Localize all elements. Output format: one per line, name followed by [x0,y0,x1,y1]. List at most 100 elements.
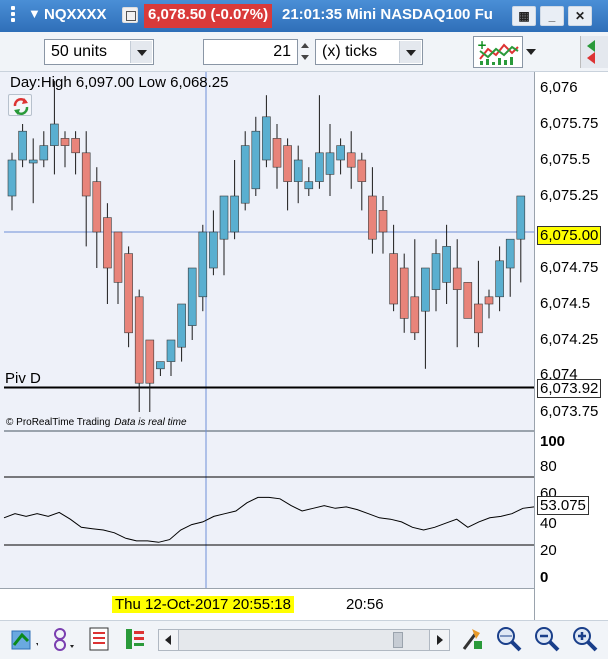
candle-body [18,130,27,161]
candle-body [293,159,303,182]
adjust-scale-icon[interactable] [458,625,486,653]
chevron-down-icon[interactable]: ▼ [28,6,41,21]
candle-body [219,195,229,240]
units-select[interactable]: 50 units [44,39,154,65]
day-high-low-info: Day:High 6,097.00 Low 6,068.25 [10,74,229,91]
candle-body [431,253,441,290]
candle-body [325,152,335,175]
chart-area[interactable]: Day:High 6,097.00 Low 6,068.25 Piv D © P… [0,72,608,620]
indicator-current-label: 53.075 [537,496,589,515]
price-tick: 6,074.75 [540,259,599,276]
refresh-arrows-icon [13,98,29,115]
candle-body [39,145,49,161]
zoom-in-icon[interactable] [570,625,598,653]
price-tick: 6,075.75 [540,115,599,132]
ticks-number-input[interactable]: 21 [203,39,298,65]
candle-body [304,181,314,190]
horizontal-scrollbar[interactable] [158,629,450,651]
candle-body [50,123,59,146]
candle-body [81,152,91,197]
scroll-left-icon[interactable] [159,630,179,650]
candle-body [389,253,398,305]
zoom-area-icon[interactable] [494,625,522,653]
chevron-down-icon[interactable] [399,41,421,63]
candle-body [368,195,377,240]
candle-body [463,282,473,319]
candle-body [198,231,208,298]
properties-icon[interactable] [88,625,116,653]
order-book-icon[interactable] [122,625,150,653]
chart-toolbar: 50 units 21 (x) ticks + [0,32,608,72]
candle-body [272,138,282,168]
candle-body [209,231,218,269]
ticks-stepper[interactable] [298,40,312,64]
price-tick: 6,076 [540,79,578,96]
zoom-out-icon[interactable] [532,625,560,653]
pivot-price-label: 6,073.92 [537,379,602,398]
candle-body [124,253,133,334]
candle-body [283,145,292,182]
indicator-tick: 20 [540,542,557,559]
candle-body [156,361,165,370]
indicator-tick: 40 [540,515,557,532]
drawing-tools-icon[interactable] [10,625,38,653]
candle-body [92,181,102,233]
candle-body [251,130,261,190]
stepper-down-icon[interactable] [298,52,312,64]
bottom-toolbar [0,620,608,659]
minimize-button[interactable]: _ [540,6,564,26]
price-tick: 6,075.5 [540,151,591,168]
instrument-symbol[interactable]: NQXXXX [44,6,107,23]
refresh-icon[interactable] [8,94,32,116]
candle-body [7,159,17,197]
units-select-value: 50 units [51,43,108,60]
candle-body [177,303,186,348]
indicator-dropdown-icon[interactable] [524,36,538,68]
candle-body [357,159,367,182]
restore-icon[interactable] [122,7,138,23]
candle-body [28,159,38,164]
scroll-right-icon[interactable] [429,630,449,650]
candle-body [336,145,345,161]
svg-text:+: + [477,38,487,52]
candle-body [230,195,239,233]
price-tick: 6,073.75 [540,403,599,420]
candle-body [516,195,526,240]
time-axis[interactable]: Thu 12-Oct-2017 20:55:18 20:56 [0,588,534,620]
add-indicator-button[interactable]: + [473,36,523,68]
candle-body [495,260,504,298]
candle-body [60,138,70,146]
candle-body [484,296,494,305]
menu-grip-icon[interactable] [4,4,22,26]
candle-body [378,210,388,233]
candle-body [145,339,155,384]
candle-body [134,296,144,384]
stepper-up-icon[interactable] [298,40,312,52]
ticks-unit-select[interactable]: (x) ticks [315,39,423,65]
footnote-brand: © ProRealTime Trading [6,417,111,428]
candle-body [410,296,420,334]
chevron-down-icon[interactable] [130,41,152,63]
candle-body [262,116,271,161]
close-button[interactable]: ✕ [568,6,592,26]
price-tick: 6,074.25 [540,331,599,348]
indicator-icon: + [477,38,520,65]
instrument-title: 21:01:35 Mini NASDAQ100 Fu [282,6,493,23]
candle-body [103,217,112,269]
candle-body [421,267,430,312]
price-tick: 6,074.5 [540,295,591,312]
indicator-tick: 0 [540,569,549,586]
candle-body [240,145,250,204]
ticks-unit-value: (x) ticks [322,43,378,60]
side-panel-toggle-icon[interactable] [580,36,608,68]
candle-body [452,267,462,290]
scroll-thumb[interactable] [393,632,403,648]
keypad-icon[interactable]: ▦ [512,6,536,26]
candle-body [442,246,451,283]
candle-body [346,152,356,168]
candle-body [505,238,515,269]
price-tick: 6,075.25 [540,187,599,204]
object-list-icon[interactable] [50,625,78,653]
candle-body [474,303,483,334]
crosshair-time-label: Thu 12-Oct-2017 20:55:18 [112,596,294,613]
